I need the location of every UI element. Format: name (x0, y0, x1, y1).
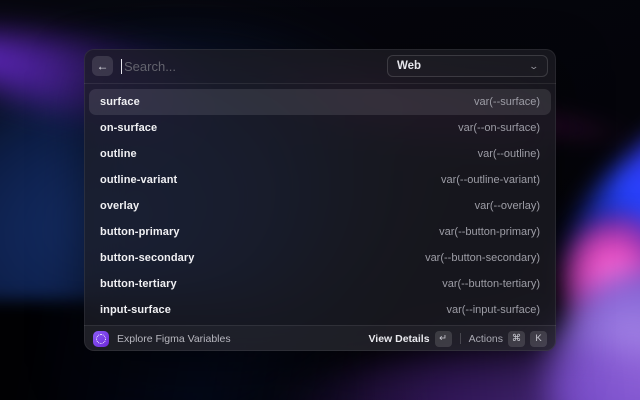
logo-ring-glyph (96, 334, 106, 344)
variable-name: overlay (100, 200, 139, 212)
actions-label: Actions (469, 333, 503, 345)
extension-title: Explore Figma Variables (117, 333, 368, 345)
list-item[interactable]: outline var(--outline) (89, 141, 551, 167)
figma-variables-logo-icon (93, 331, 109, 347)
variable-name: outline-variant (100, 174, 177, 186)
variable-css-value: var(--button-primary) (439, 226, 540, 238)
footer-bar: Explore Figma Variables View Details ↵ A… (84, 325, 556, 351)
chevron-down-icon: ⌄ (529, 61, 540, 72)
search-field-wrap (121, 59, 387, 74)
view-details-action[interactable]: View Details ↵ (368, 331, 451, 347)
variable-name: outline (100, 148, 137, 160)
list-item[interactable]: surface var(--surface) (89, 89, 551, 115)
list-item[interactable]: button-secondary var(--button-secondary) (89, 245, 551, 271)
back-arrow-icon: ← (97, 60, 109, 72)
variable-name: on-surface (100, 122, 157, 134)
list-item[interactable]: overlay var(--overlay) (89, 193, 551, 219)
variable-css-value: var(--outline) (478, 148, 540, 160)
back-button[interactable]: ← (92, 56, 113, 76)
variable-name: button-tertiary (100, 278, 177, 290)
variable-css-value: var(--input-surface) (446, 304, 540, 316)
command-palette: ← Web ⌄ surface var(--surface) on-surface v… (84, 49, 556, 351)
list-item[interactable]: on-surface var(--on-surface) (89, 115, 551, 141)
footer-separator (460, 333, 461, 344)
platform-dropdown-value: Web (397, 60, 421, 72)
k-key-icon: K (530, 331, 547, 347)
platform-dropdown[interactable]: Web ⌄ (387, 55, 548, 77)
variable-css-value: var(--surface) (474, 96, 540, 108)
variable-css-value: var(--outline-variant) (441, 174, 540, 186)
results-list: surface var(--surface) on-surface var(--on-… (84, 84, 556, 325)
variable-name: surface (100, 96, 140, 108)
list-item[interactable]: outline-variant var(--outline-variant) (89, 167, 551, 193)
list-item[interactable]: button-primary var(--button-primary) (89, 219, 551, 245)
variable-name: button-secondary (100, 252, 195, 264)
variable-name: button-primary (100, 226, 180, 238)
variable-css-value: var(--overlay) (475, 200, 540, 212)
search-header: ← Web ⌄ (84, 49, 556, 84)
search-input[interactable] (122, 59, 387, 74)
list-item[interactable]: input-surface var(--input-surface) (89, 297, 551, 323)
variable-css-value: var(--button-tertiary) (442, 278, 540, 290)
list-item[interactable]: button-tertiary var(--button-tertiary) (89, 271, 551, 297)
variable-css-value: var(--on-surface) (458, 122, 540, 134)
variable-name: input-surface (100, 304, 171, 316)
actions-menu-button[interactable]: Actions ⌘ K (469, 331, 547, 347)
command-key-icon: ⌘ (508, 331, 525, 347)
enter-key-icon: ↵ (435, 331, 452, 347)
variable-css-value: var(--button-secondary) (425, 252, 540, 264)
view-details-label: View Details (368, 333, 429, 345)
